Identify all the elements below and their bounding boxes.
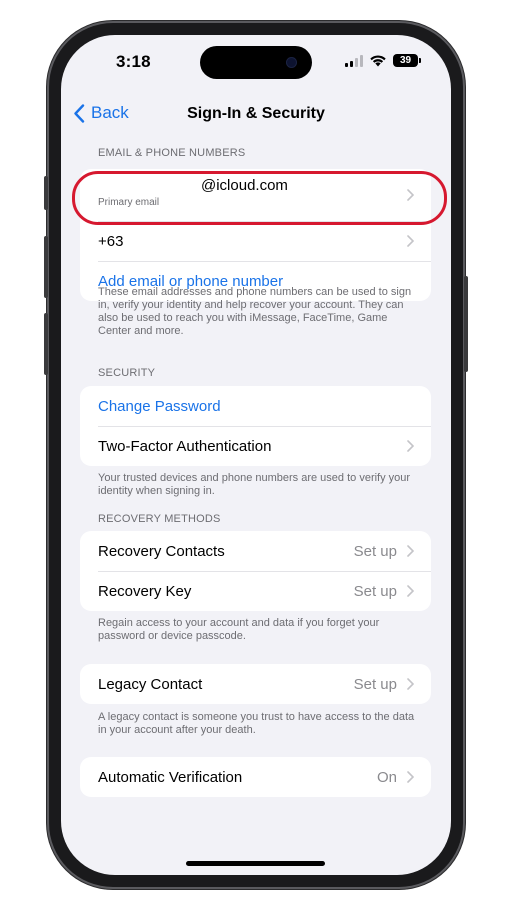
navigation-bar: Back Sign-In & Security <box>61 93 451 137</box>
auto-verification-value: On <box>376 768 397 786</box>
phone-number-value: +63 <box>98 232 124 250</box>
cellular-signal-icon <box>345 54 363 67</box>
recovery-key-value: Set up <box>353 582 397 600</box>
wifi-icon <box>370 55 386 67</box>
email-footer-text: These email addresses and phone numbers … <box>98 286 412 337</box>
recovery-contacts-label: Recovery Contacts <box>98 542 225 560</box>
recovery-key-row[interactable]: Recovery Key Set up <box>80 571 431 611</box>
dynamic-island <box>200 46 312 79</box>
legacy-contact-label: Legacy Contact <box>98 675 203 693</box>
chevron-right-icon <box>407 189 414 201</box>
phone-number-row[interactable]: +63 <box>80 221 431 261</box>
chevron-right-icon <box>407 678 414 690</box>
volume-down-button <box>44 313 48 375</box>
screen: 3:18 39 Back Sign-In & Security EMAIL & … <box>61 35 451 875</box>
recovery-group: Recovery Contacts Set up Recovery Key Se… <box>80 531 431 611</box>
security-group: Change Password Two-Factor Authenticatio… <box>80 386 431 466</box>
camera-icon <box>286 57 297 68</box>
page-title: Sign-In & Security <box>187 105 325 122</box>
security-footer-text: Your trusted devices and phone numbers a… <box>98 472 411 497</box>
legacy-group: Legacy Contact Set up <box>80 664 431 704</box>
status-time: 3:18 <box>116 52 151 71</box>
primary-email-row[interactable]: @icloud.com Primary email <box>80 169 431 221</box>
recovery-key-label: Recovery Key <box>98 582 192 600</box>
primary-email-value: @icloud.com <box>201 177 288 194</box>
legacy-contact-value: Set up <box>353 675 397 693</box>
section-header-email: EMAIL & PHONE NUMBERS <box>98 147 246 159</box>
power-button <box>464 276 468 372</box>
chevron-right-icon <box>407 235 414 247</box>
section-header-recovery: RECOVERY METHODS <box>98 513 221 525</box>
auto-verification-group: Automatic Verification On <box>80 757 431 797</box>
volume-up-button <box>44 236 48 298</box>
chevron-right-icon <box>407 585 414 597</box>
recovery-footer-text: Regain access to your account and data i… <box>98 617 380 642</box>
auto-verification-label: Automatic Verification <box>98 768 243 786</box>
two-factor-label: Two-Factor Authentication <box>98 437 272 455</box>
two-factor-row[interactable]: Two-Factor Authentication <box>80 426 431 466</box>
chevron-right-icon <box>407 771 414 783</box>
email-phone-group: @icloud.com Primary email +63 Add email … <box>80 169 431 301</box>
phone-frame: 3:18 39 Back Sign-In & Security EMAIL & … <box>44 21 468 889</box>
primary-email-caption: Primary email <box>98 197 160 208</box>
chevron-right-icon <box>407 440 414 452</box>
section-header-security: SECURITY <box>98 367 156 379</box>
action-button <box>44 176 48 210</box>
status-indicators: 39 <box>345 54 421 67</box>
home-indicator <box>186 861 325 866</box>
legacy-footer-text: A legacy contact is someone you trust to… <box>98 711 415 736</box>
chevron-right-icon <box>407 545 414 557</box>
legacy-contact-row[interactable]: Legacy Contact Set up <box>80 664 431 704</box>
change-password-link: Change Password <box>98 397 221 415</box>
recovery-contacts-value: Set up <box>353 542 397 560</box>
change-password-row[interactable]: Change Password <box>80 386 431 426</box>
auto-verification-row[interactable]: Automatic Verification On <box>80 757 431 797</box>
recovery-contacts-row[interactable]: Recovery Contacts Set up <box>80 531 431 571</box>
battery-icon: 39 <box>393 54 421 67</box>
